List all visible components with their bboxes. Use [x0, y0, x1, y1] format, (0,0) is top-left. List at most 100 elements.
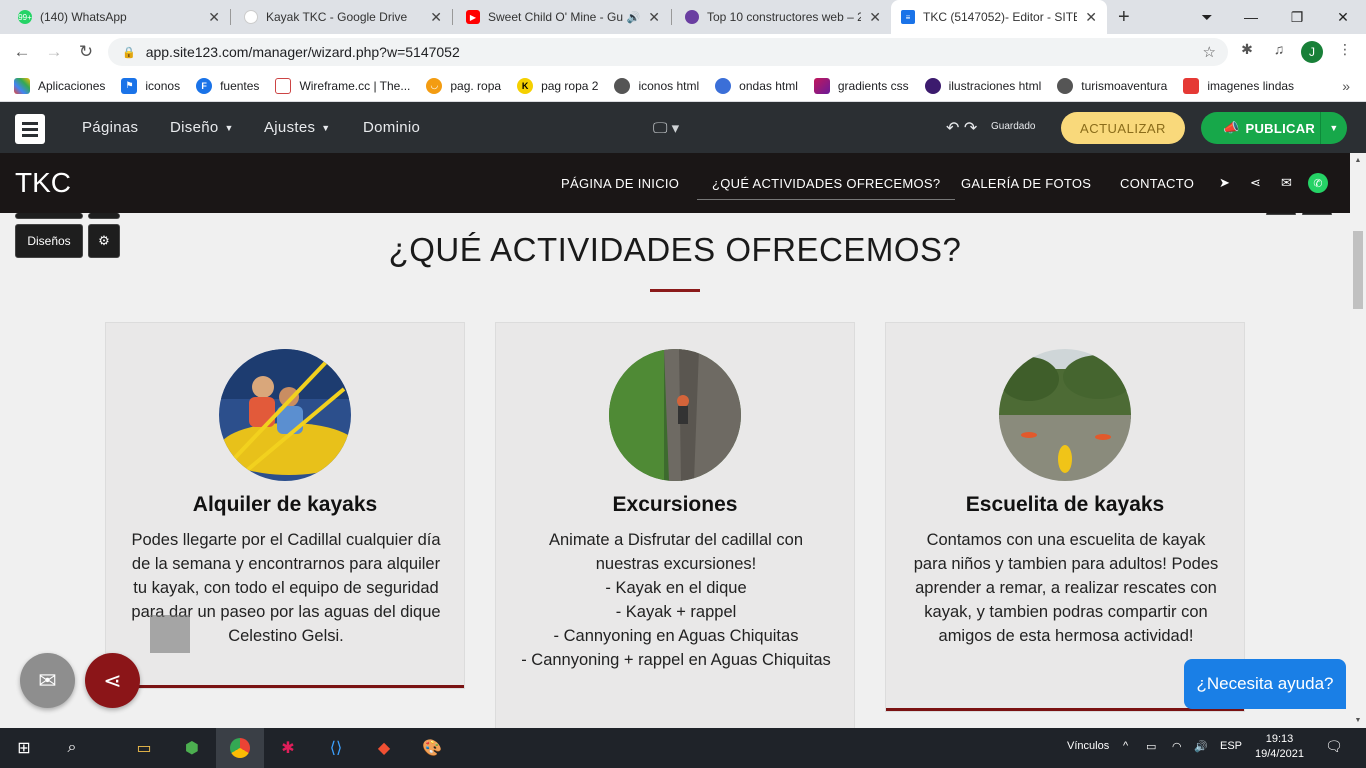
youtube-icon: ▶ [466, 10, 480, 24]
minecraft-icon[interactable]: ⬢ [168, 728, 216, 768]
nav-galeria[interactable]: GALERÍA DE FOTOS [961, 153, 1091, 213]
close-tab-icon[interactable]: ✕ [1085, 9, 1097, 26]
tab-youtube[interactable]: ▶ Sweet Child O' Mine - Gu 🔊 ✕ [456, 0, 670, 34]
extensions-icon[interactable]: ✱ [1236, 38, 1258, 60]
site-header: TKC PÁGINA DE INICIO ¿QUÉ ACTIVIDADES OF… [0, 153, 1350, 213]
share-icon[interactable]: ⋖ [1250, 175, 1261, 191]
scroll-to-top-button[interactable] [150, 615, 190, 653]
bookmark-turismoaventura[interactable]: turismoaventura [1057, 77, 1167, 94]
profile-avatar[interactable]: J [1301, 41, 1323, 63]
page-scrollbar[interactable]: ▲ ▼ [1350, 153, 1366, 728]
whatsapp-icon[interactable]: ✆ [1308, 173, 1328, 193]
activity-card-excursiones: Excursiones Animate a Disfrutar del cadi… [495, 322, 855, 728]
file-explorer-icon[interactable]: ▭ [120, 728, 168, 768]
bookmark-fuentes[interactable]: Ffuentes [196, 77, 259, 94]
kayak-kids-photo [219, 349, 351, 481]
tab-site123-editor[interactable]: ≡ TKC (5147052)- Editor - SITE1 ✕ [891, 0, 1107, 34]
search-icon[interactable]: ⌕ [48, 728, 96, 768]
links-toolbar[interactable]: Vínculos [1067, 740, 1109, 752]
language-indicator[interactable]: ESP [1220, 740, 1242, 752]
bookmark-ilustraciones-html[interactable]: ilustraciones html [924, 77, 1041, 94]
menu-diseno[interactable]: Diseño ▼ [170, 102, 234, 153]
menu-dominio[interactable]: Dominio [363, 102, 420, 153]
section-right-tool[interactable] [1266, 213, 1296, 215]
site-brand[interactable]: TKC [15, 167, 71, 199]
vscode-icon[interactable]: ⟨⟩ [312, 728, 360, 768]
volume-icon[interactable]: 🔊 [1194, 740, 1208, 753]
bookmark-aplicaciones[interactable]: Aplicaciones [14, 77, 105, 94]
update-button[interactable]: ACTUALIZAR [1061, 112, 1185, 144]
tab-google-drive[interactable]: Kayak TKC - Google Drive ✕ [234, 0, 452, 34]
flag-icon: ⚑ [121, 77, 138, 94]
forward-icon[interactable]: → [40, 38, 68, 66]
edit-section-button[interactable] [15, 213, 83, 219]
reload-icon[interactable]: ↻ [72, 38, 100, 66]
restore-icon[interactable]: ❐ [1274, 0, 1320, 34]
nav-actividades[interactable]: ¿QUÉ ACTIVIDADES OFRECEMOS? [696, 153, 956, 213]
close-window-icon[interactable]: ✕ [1320, 0, 1366, 34]
editor-menu-icon[interactable] [15, 114, 45, 144]
bookmark-star-icon[interactable]: ☆ [1203, 43, 1216, 61]
scroll-up-arrow-icon[interactable]: ▲ [1353, 157, 1363, 164]
close-tab-icon[interactable]: ✕ [208, 9, 220, 26]
more-bookmarks-icon[interactable]: » [1342, 78, 1350, 94]
bookmark-wireframe[interactable]: Wireframe.cc | The... [275, 77, 410, 94]
windows-taskbar: ⊞ ⌕ ▭ ⬢ ✱ ⟨⟩ ◆ 🎨 Vínculos ^ ▭ ◠ 🔊 ESP 19… [0, 728, 1366, 768]
bookmark-pag-ropa-2[interactable]: Kpag ropa 2 [517, 77, 598, 94]
audio-playing-icon[interactable]: 🔊 [627, 11, 641, 24]
git-icon[interactable]: ◆ [360, 728, 408, 768]
bookmark-iconos[interactable]: ⚑ iconos [121, 77, 180, 94]
undo-redo-icon[interactable]: ↶ ↷ [946, 118, 977, 138]
wave-icon [715, 77, 732, 94]
title-underline [650, 289, 700, 292]
globe-icon [1057, 77, 1074, 94]
tab-top-10[interactable]: Top 10 constructores web – 2 ✕ [675, 0, 891, 34]
publish-options-caret-icon[interactable]: ▼ [1320, 112, 1347, 144]
menu-ajustes[interactable]: Ajustes ▼ [264, 102, 331, 153]
tray-expand-icon[interactable]: ^ [1123, 740, 1128, 752]
share-button-icon[interactable]: ⋖ [85, 653, 140, 708]
section-title: ¿QUÉ ACTIVIDADES OFRECEMOS? [388, 231, 962, 268]
card-title: Alquiler de kayaks [192, 493, 378, 516]
desktop-preview-icon[interactable]: 🖵 ▾ [653, 119, 679, 137]
tab-search-icon[interactable]: ⏷ [1184, 0, 1230, 34]
bookmark-imagenes-lindas[interactable]: imagenes lindas [1183, 77, 1294, 94]
section-right-tool[interactable] [1302, 213, 1332, 215]
location-arrow-icon[interactable]: ➤ [1219, 175, 1230, 191]
chrome-icon[interactable] [216, 728, 264, 768]
globe-icon [614, 77, 631, 94]
bookmark-gradients-css[interactable]: gradients css [813, 77, 909, 94]
tab-whatsapp[interactable]: 99+ (140) WhatsApp ✕ [8, 0, 230, 34]
slack-icon[interactable]: ✱ [264, 728, 312, 768]
mail-icon[interactable]: ✉ [1281, 175, 1292, 191]
address-bar[interactable]: 🔒 app.site123.com/manager/wizard.php?w=5… [108, 38, 1228, 66]
bookmark-pag-ropa[interactable]: ◡ pag. ropa [426, 77, 501, 94]
menu-dots-icon[interactable]: ⋮ [1334, 38, 1356, 60]
browser-tab-strip: 99+ (140) WhatsApp ✕ Kayak TKC - Google … [0, 0, 1366, 34]
battery-icon[interactable]: ▭ [1146, 740, 1156, 753]
contact-mail-icon[interactable]: ✉ [20, 653, 75, 708]
nav-inicio[interactable]: PÁGINA DE INICIO [561, 153, 679, 213]
back-icon[interactable]: ← [8, 38, 36, 66]
scrollbar-thumb[interactable] [1353, 231, 1363, 309]
close-tab-icon[interactable]: ✕ [648, 9, 660, 26]
publish-button[interactable]: 📣 PUBLICAR ▼ [1201, 112, 1347, 144]
bookmark-ondas-html[interactable]: ondas html [715, 77, 798, 94]
menu-paginas[interactable]: Páginas [82, 102, 138, 153]
minimize-icon[interactable]: — [1228, 0, 1274, 34]
close-tab-icon[interactable]: ✕ [430, 9, 442, 26]
new-tab-icon[interactable]: + [1118, 6, 1130, 29]
help-chat-button[interactable]: ¿Necesita ayuda? [1184, 659, 1346, 709]
section-tool-button[interactable] [88, 213, 120, 219]
scroll-down-arrow-icon[interactable]: ▼ [1353, 717, 1363, 724]
paint-icon[interactable]: 🎨 [408, 728, 456, 768]
nav-contacto[interactable]: CONTACTO [1120, 153, 1194, 213]
close-tab-icon[interactable]: ✕ [869, 9, 881, 26]
media-control-icon[interactable]: ♫ [1268, 38, 1290, 60]
gradient-icon [813, 77, 830, 94]
bookmark-iconos-html[interactable]: iconos html [614, 77, 699, 94]
clock[interactable]: 19:13 19/4/2021 [1255, 732, 1304, 762]
notifications-icon[interactable]: 🗨 [1325, 738, 1343, 755]
windows-start-icon[interactable]: ⊞ [0, 728, 48, 768]
wifi-icon[interactable]: ◠ [1172, 740, 1182, 753]
